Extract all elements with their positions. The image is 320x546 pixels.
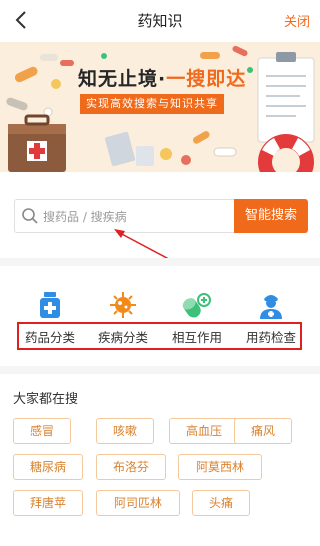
search-tag[interactable]: 拜唐苹 <box>13 490 83 516</box>
search-tag[interactable]: 高血压 <box>169 418 239 444</box>
pill-interaction-icon <box>182 293 211 318</box>
annotation-highlight-box <box>17 322 302 350</box>
search-tag[interactable]: 头痛 <box>192 490 250 516</box>
search-tag[interactable]: 糖尿病 <box>13 454 83 480</box>
medicine-bottle-icon <box>40 292 60 318</box>
category-section: 药品分类 疾病分类 相互作用 用药检查 <box>0 266 320 366</box>
doctor-icon <box>260 295 282 319</box>
search-tag[interactable]: 阿莫西林 <box>178 454 262 480</box>
search-tag[interactable]: 痛风 <box>234 418 292 444</box>
search-tag[interactable]: 布洛芬 <box>96 454 166 480</box>
search-tag[interactable]: 咳嗽 <box>96 418 154 444</box>
search-tag[interactable]: 感冒 <box>13 418 71 444</box>
popular-title: 大家都在搜 <box>13 392 79 407</box>
search-tag[interactable]: 阿司匹林 <box>96 490 180 516</box>
section-divider <box>0 366 320 374</box>
virus-icon <box>110 292 136 318</box>
section-divider <box>0 258 320 266</box>
popular-searches: 大家都在搜 感冒 咳嗽 高血压 痛风 糖尿病 布洛芬 阿莫西林 拜唐苹 阿司匹林… <box>0 374 320 546</box>
